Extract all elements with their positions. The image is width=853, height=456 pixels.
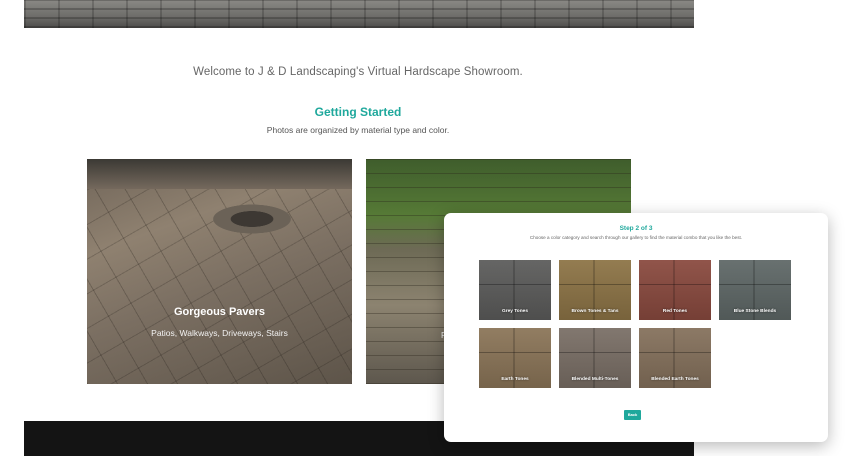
category-subtitle: Patios, Walkways, Driveways, Stairs [151,328,288,338]
color-category-modal: Step 2 of 3 Choose a color category and … [444,213,828,442]
swatch-blue-stone-blends[interactable]: Blue Stone Blends [719,260,791,320]
category-card-pavers[interactable]: Gorgeous Pavers Patios, Walkways, Drivew… [87,159,352,384]
step-indicator: Step 2 of 3 [619,225,653,232]
swatch-blended-earth-tones[interactable]: Blended Earth Tones [639,328,711,388]
swatch-label: Blended Multi-Tones [571,377,619,382]
swatch-label: Blended Earth Tones [651,377,699,382]
swatch-label: Earth Tones [501,377,529,382]
swatch-label: Blue Stone Blends [733,309,777,314]
category-title: Gorgeous Pavers [173,306,266,318]
organized-note: Photos are organized by material type an… [266,125,450,135]
swatch-earth-tones[interactable]: Earth Tones [479,328,551,388]
swatch-label: Red Tones [662,309,688,314]
hero-image [24,0,694,28]
swatch-brown-tones-tans[interactable]: Brown Tones & Tans [559,260,631,320]
getting-started-heading: Getting Started [314,105,402,119]
swatch-blended-multi-tones[interactable]: Blended Multi-Tones [559,328,631,388]
back-button[interactable]: Back [624,410,641,420]
swatch-label: Grey Tones [501,309,529,314]
swatch-red-tones[interactable]: Red Tones [639,260,711,320]
showroom-page: Welcome to J & D Landscaping's Virtual H… [0,0,853,456]
swatch-label: Brown Tones & Tans [571,309,619,314]
swatch-grey-tones[interactable]: Grey Tones [479,260,551,320]
welcome-text: Welcome to J & D Landscaping's Virtual H… [193,66,523,78]
modal-instructions: Choose a color category and search throu… [529,235,743,240]
